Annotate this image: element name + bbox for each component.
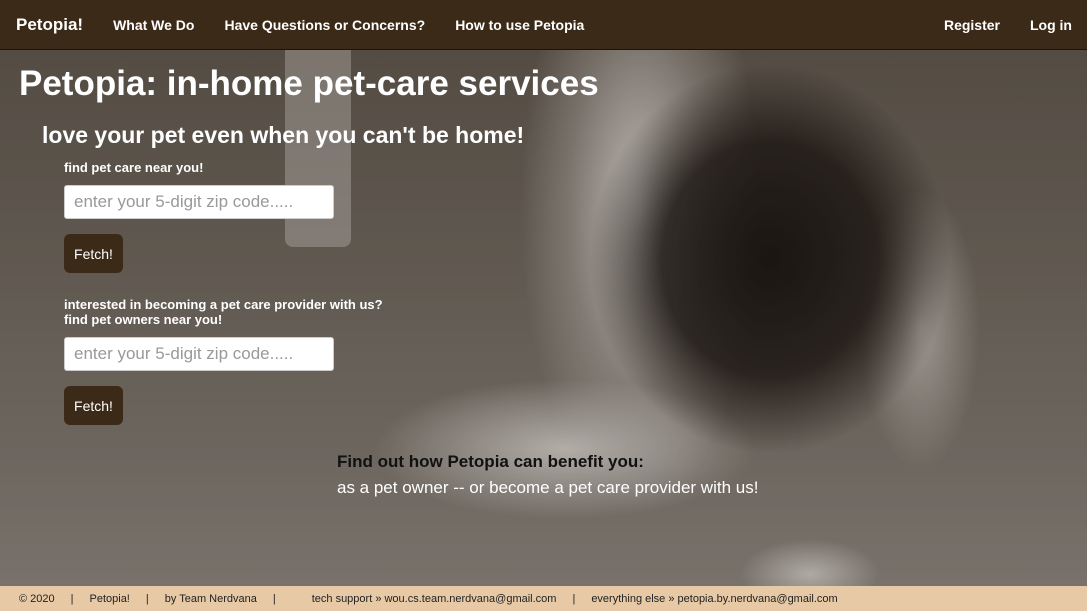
- provider-label-line1: interested in becoming a pet care provid…: [64, 297, 383, 312]
- nav-account-links: Register Log in: [929, 17, 1087, 33]
- owner-search-label: find pet care near you!: [64, 160, 204, 175]
- footer-separator: |: [70, 592, 74, 605]
- provider-zip-input[interactable]: [64, 337, 334, 371]
- provider-fetch-button[interactable]: Fetch!: [64, 386, 123, 425]
- login-link[interactable]: Log in: [1015, 17, 1087, 33]
- brand-link[interactable]: Petopia!: [16, 15, 83, 35]
- nav-link-what-we-do[interactable]: What We Do: [113, 17, 194, 33]
- provider-label-line2: find pet owners near you!: [64, 312, 223, 327]
- footer-separator: |: [572, 592, 576, 605]
- benefit-title: Find out how Petopia can benefit you:: [337, 452, 644, 471]
- footer-team: by Team Nerdvana: [164, 592, 257, 605]
- footer-copyright: © 2020: [19, 592, 55, 605]
- nav-link-how-to-use[interactable]: How to use Petopia: [455, 17, 584, 33]
- footer-tech-support[interactable]: tech support » wou.cs.team.nerdvana@gmai…: [312, 593, 557, 605]
- footer-site-name: Petopia!: [89, 592, 130, 605]
- footer-separator: |: [272, 592, 276, 605]
- benefit-text: as a pet owner -- or become a pet care p…: [337, 478, 759, 497]
- footer-separator: |: [145, 592, 149, 605]
- owner-zip-input[interactable]: [64, 185, 334, 219]
- page-title: Petopia: in-home pet-care services: [19, 64, 599, 103]
- benefit-section: Find out how Petopia can benefit you: as…: [337, 452, 758, 498]
- footer: © 2020 | Petopia! | by Team Nerdvana | t…: [0, 586, 1087, 611]
- navbar: Petopia! What We Do Have Questions or Co…: [0, 0, 1087, 50]
- register-link[interactable]: Register: [929, 17, 1015, 33]
- nav-link-questions[interactable]: Have Questions or Concerns?: [224, 17, 425, 33]
- provider-search-label: interested in becoming a pet care provid…: [64, 297, 383, 327]
- owner-fetch-button[interactable]: Fetch!: [64, 234, 123, 273]
- footer-contact-email[interactable]: everything else » petopia.by.nerdvana@gm…: [591, 593, 837, 605]
- hero-subtitle: love your pet even when you can't be hom…: [42, 122, 525, 148]
